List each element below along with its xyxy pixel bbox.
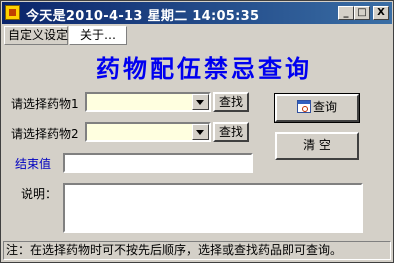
- result-label: 结束值: [15, 157, 52, 171]
- maximize-button[interactable]: □: [354, 6, 370, 20]
- query-button-label: 查询: [312, 100, 337, 114]
- clear-button[interactable]: 清 空: [275, 132, 359, 160]
- drug1-select[interactable]: [85, 92, 211, 112]
- result-field[interactable]: [63, 153, 253, 173]
- drug2-find-button[interactable]: 查找: [213, 122, 249, 142]
- page-title: 药物配伍禁忌查询: [96, 54, 312, 83]
- menu-custom-settings[interactable]: 自定义设定: [4, 26, 68, 45]
- chevron-down-icon[interactable]: [192, 124, 209, 140]
- app-icon[interactable]: [5, 5, 20, 20]
- drug1-find-button[interactable]: 查找: [213, 92, 249, 112]
- title-bar[interactable]: 今天是2010-4-13 星期二 14:05:35 _ □ X: [2, 2, 392, 24]
- menu-about[interactable]: 关于…: [69, 26, 127, 45]
- app-window: 今天是2010-4-13 星期二 14:05:35 _ □ X 自定义设定 关于…: [0, 0, 394, 263]
- drug1-label: 请选择药物1: [11, 97, 79, 111]
- close-button[interactable]: X: [373, 6, 389, 20]
- query-button[interactable]: 查询: [274, 93, 360, 123]
- note-label: 说明：: [21, 187, 58, 201]
- minimize-button[interactable]: _: [338, 6, 354, 20]
- drug2-select[interactable]: [85, 122, 211, 142]
- chevron-down-icon[interactable]: [192, 94, 209, 110]
- calendar-query-icon: [296, 100, 311, 113]
- drug2-label: 请选择药物2: [11, 127, 79, 141]
- status-bar: 注：在选择药物时可不按先后顺序，选择或查找药品即可查询。: [3, 241, 391, 260]
- note-textarea[interactable]: [63, 183, 363, 233]
- window-title: 今天是2010-4-13 星期二 14:05:35: [26, 9, 260, 24]
